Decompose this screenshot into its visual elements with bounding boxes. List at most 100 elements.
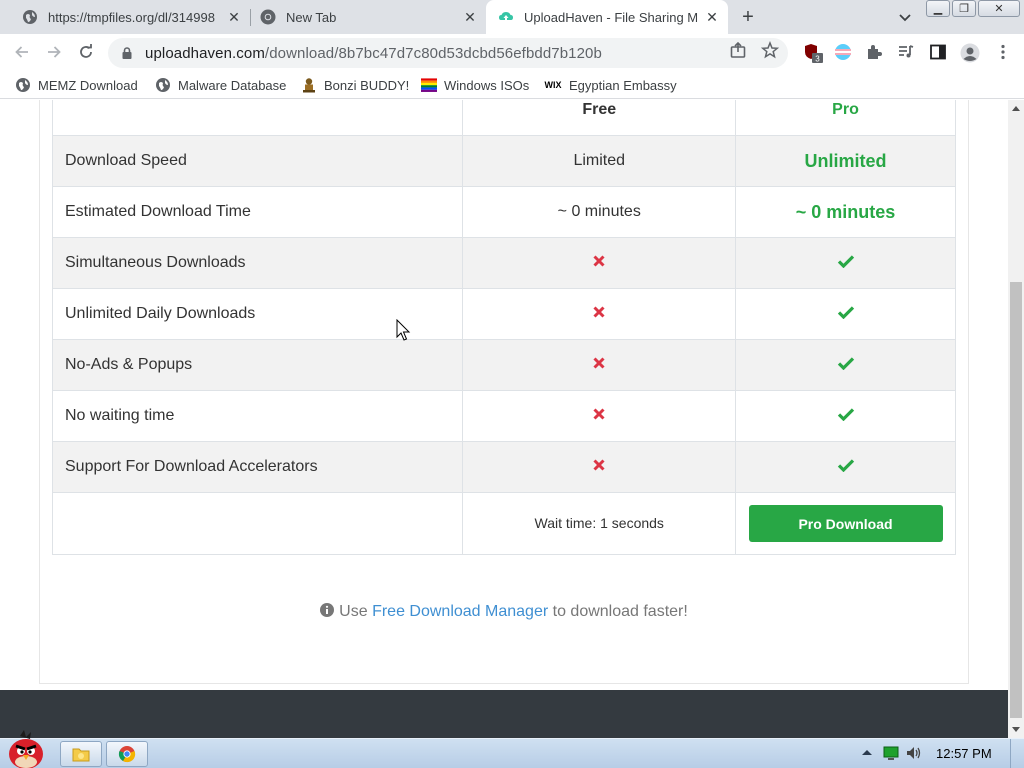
show-desktop-button[interactable]	[1010, 739, 1024, 768]
table-row: Support For Download Accelerators	[51, 441, 956, 493]
bookmark-label: Bonzi BUDDY!	[324, 77, 410, 93]
media-queue-icon[interactable]	[897, 43, 915, 61]
free-value	[462, 390, 737, 442]
bookmark-memz[interactable]: MEMZ Download	[15, 75, 138, 95]
restore-button[interactable]: ❐	[952, 0, 976, 17]
pro-value	[735, 390, 956, 442]
pro-action-cell: Pro Download	[735, 492, 956, 555]
tab-search-chevron-icon[interactable]	[896, 8, 914, 26]
taskbar-explorer-button[interactable]	[60, 741, 102, 767]
globe-icon	[22, 9, 38, 25]
reload-button[interactable]	[76, 42, 96, 62]
bookmark-star-icon[interactable]	[760, 40, 780, 59]
fdm-notice: Use Free Download Manager to download fa…	[0, 603, 1008, 621]
tab-tmpfiles[interactable]: https://tmpfiles.org/dl/314998 ✕	[8, 0, 250, 34]
lock-icon[interactable]	[120, 46, 134, 60]
url-text: uploadhaven.com/download/8b7bc47d7c80d53…	[145, 45, 602, 62]
feature-label: Support For Download Accelerators	[51, 441, 464, 493]
share-icon[interactable]	[729, 41, 747, 59]
table-cell	[51, 100, 464, 136]
action-row: Wait time: 1 seconds Pro Download	[51, 492, 956, 555]
free-value: ~ 0 minutes	[462, 186, 737, 238]
check-icon	[837, 356, 854, 370]
free-action-cell: Wait time: 1 seconds	[462, 492, 737, 555]
scroll-up-arrow-icon[interactable]	[1008, 100, 1024, 116]
bookmark-windows-isos[interactable]: Windows ISOs	[421, 75, 529, 95]
bookmarks-bar: MEMZ Download Malware Database Bonzi BUD…	[0, 71, 1024, 99]
free-value	[462, 441, 737, 493]
info-icon	[320, 603, 335, 617]
tab-new-tab[interactable]: New Tab ✕	[252, 0, 486, 34]
windows-taskbar: 12:57 PM	[0, 730, 1024, 768]
taskbar-clock[interactable]: 12:57 PM	[936, 746, 992, 761]
window-controls: ▁ ❐ ✕	[926, 0, 1022, 18]
tab-uploadhaven[interactable]: UploadHaven - File Sharing M ✕	[486, 0, 728, 34]
taskbar-chrome-button[interactable]	[106, 741, 148, 767]
close-icon[interactable]: ✕	[704, 9, 720, 25]
cross-icon	[593, 305, 605, 318]
url-domain: uploadhaven.com	[145, 44, 265, 62]
cross-icon	[593, 254, 605, 267]
volume-icon[interactable]	[905, 744, 923, 762]
show-hidden-icons-icon[interactable]	[858, 744, 876, 762]
feature-label: Simultaneous Downloads	[51, 237, 464, 289]
bookmark-bonzi-buddy[interactable]: Bonzi BUDDY!	[301, 75, 409, 95]
pro-value: ~ 0 minutes	[735, 186, 956, 238]
check-icon	[837, 305, 854, 319]
scroll-down-arrow-icon[interactable]	[1008, 722, 1024, 738]
minimize-button[interactable]: ▁	[926, 0, 950, 17]
pro-value	[735, 339, 956, 391]
pro-value-text: Unlimited	[804, 150, 887, 171]
close-icon[interactable]: ✕	[462, 9, 478, 25]
bookmark-egyptian-embassy[interactable]: WIX Egyptian Embassy	[544, 75, 677, 95]
table-row: Estimated Download Time ~ 0 minutes ~ 0 …	[51, 186, 956, 238]
fdm-suffix: to download faster!	[552, 603, 688, 620]
bookmark-malware-database[interactable]: Malware Database	[155, 75, 286, 95]
ublock-extension-icon[interactable]: 3	[803, 43, 823, 63]
header-pro: Pro	[735, 100, 956, 136]
flag-extension-icon[interactable]	[834, 43, 852, 61]
window-close-button[interactable]: ✕	[978, 0, 1020, 17]
pro-value: Unlimited	[735, 135, 956, 187]
address-bar[interactable]: uploadhaven.com/download/8b7bc47d7c80d53…	[108, 38, 788, 68]
free-value: Limited	[462, 135, 737, 187]
side-panel-icon[interactable]	[929, 43, 947, 61]
pro-download-button[interactable]: Pro Download	[748, 505, 943, 542]
page-viewport: Free Pro Download Speed Limited Unlimite…	[0, 100, 1008, 738]
extensions-puzzle-icon[interactable]	[865, 43, 883, 61]
free-plan-heading: Free	[582, 101, 617, 118]
tab-title: https://tmpfiles.org/dl/314998	[48, 9, 215, 25]
feature-label: No-Ads & Popups	[51, 339, 464, 391]
folder-icon	[72, 748, 90, 762]
feature-label: Download Speed	[51, 135, 464, 187]
mouse-cursor-icon	[396, 319, 411, 341]
free-download-manager-link[interactable]: Free Download Manager	[372, 603, 548, 620]
tab-strip: https://tmpfiles.org/dl/314998 ✕ New Tab…	[0, 0, 1024, 34]
close-icon[interactable]: ✕	[226, 9, 242, 25]
bookmark-label: Windows ISOs	[444, 77, 530, 93]
header-free: Free	[462, 100, 737, 136]
url-path: /download/8b7bc47d7c80d53dcbd56efbdd7b12…	[264, 44, 602, 62]
bookmark-label: Egyptian Embassy	[569, 77, 677, 93]
wait-time-text: Wait time: 1 seconds	[534, 514, 664, 531]
page-scrollbar[interactable]	[1008, 100, 1024, 738]
rainbow-flag-icon	[421, 77, 437, 93]
start-button-angry-bird-icon[interactable]	[0, 730, 52, 768]
free-value	[462, 237, 737, 289]
back-button[interactable]	[12, 42, 32, 62]
back-arrow-icon	[15, 46, 28, 58]
table-row: Download Speed Limited Unlimited	[51, 135, 956, 187]
cross-icon	[593, 407, 605, 420]
uploadhaven-icon	[498, 9, 514, 25]
profile-avatar-icon[interactable]	[960, 43, 980, 63]
globe-icon	[155, 77, 171, 93]
kebab-menu-icon[interactable]	[994, 43, 1012, 61]
fdm-prefix: Use	[339, 603, 368, 620]
network-icon[interactable]	[882, 744, 900, 762]
tab-title: New Tab	[286, 9, 337, 25]
scrollbar-thumb[interactable]	[1010, 282, 1022, 718]
reload-icon	[80, 44, 92, 58]
new-tab-button[interactable]: +	[737, 6, 759, 28]
forward-button[interactable]	[44, 42, 64, 62]
table-cell	[51, 492, 464, 555]
